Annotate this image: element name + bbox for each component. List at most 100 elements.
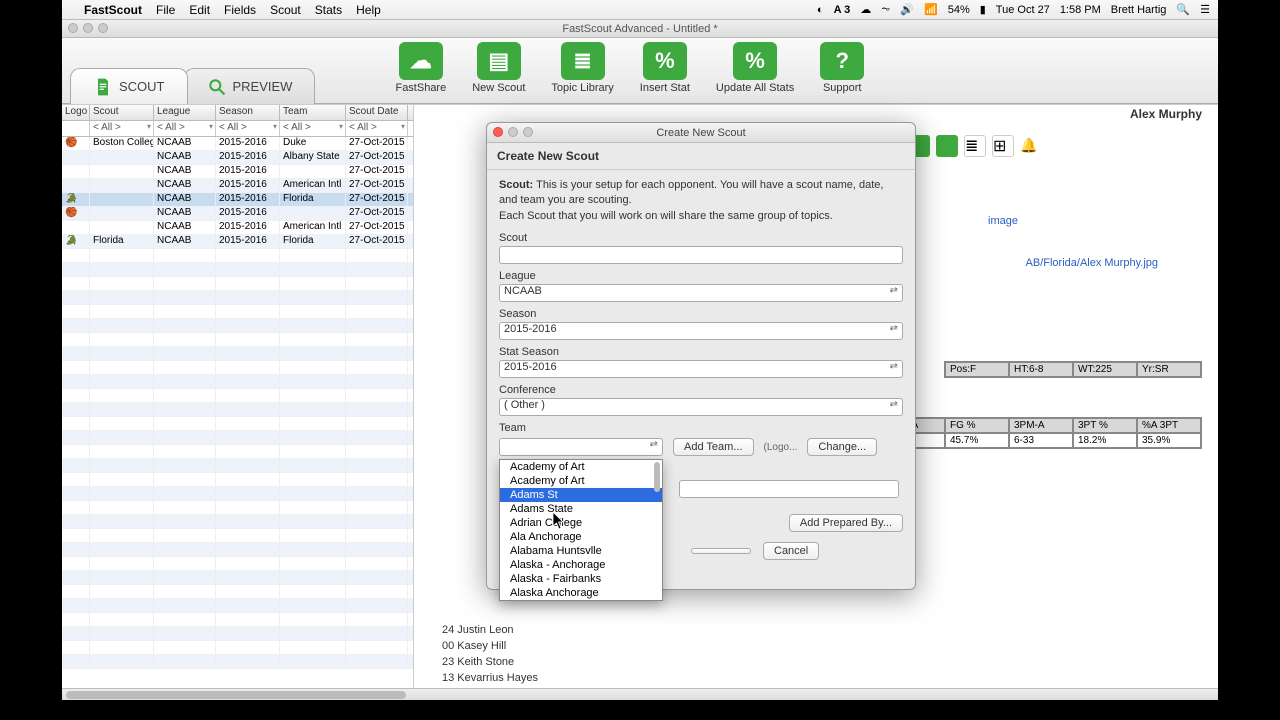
ok-button[interactable] xyxy=(691,548,751,554)
toolbar-icon: ☁ xyxy=(399,42,443,80)
dialog-minimize-icon[interactable] xyxy=(508,127,518,137)
document-icon xyxy=(93,77,113,97)
roster-item[interactable]: 23 Keith Stone xyxy=(442,654,538,670)
list-view-icon[interactable]: ≣ xyxy=(964,135,986,157)
roster-item[interactable]: 24 Justin Leon xyxy=(442,622,538,638)
cancel-button[interactable]: Cancel xyxy=(763,542,819,560)
menu-extras-icon[interactable]: ☰ xyxy=(1200,3,1210,16)
stat-table-shooting: FGM-AFG %3PM-A3PT %%A 3PT 42-9245.7%6-33… xyxy=(880,417,1202,449)
column-header[interactable]: Logo xyxy=(62,105,90,120)
image-path[interactable]: AB/Florida/Alex Murphy.jpg xyxy=(1026,257,1158,269)
menu-file[interactable]: File xyxy=(156,3,175,17)
menu-edit[interactable]: Edit xyxy=(189,3,210,17)
dropdown-option[interactable]: Alaska - Anchorage xyxy=(500,558,662,572)
team-select[interactable] xyxy=(499,438,663,456)
dropdown-option[interactable]: Alaska - Fairbanks xyxy=(500,572,662,586)
column-header[interactable]: Team xyxy=(280,105,346,120)
sync-icon[interactable]: ☁ xyxy=(860,3,871,16)
table-row[interactable]: 🐊NCAAB2015-2016Florida27-Oct-2015 xyxy=(62,193,413,207)
add-prepared-by-button[interactable]: Add Prepared By... xyxy=(789,514,903,532)
team-label: Team xyxy=(499,422,903,434)
add-team-button[interactable]: Add Team... xyxy=(673,438,754,456)
scout-input[interactable] xyxy=(499,246,903,264)
tab-preview[interactable]: PREVIEW xyxy=(184,68,316,104)
spotlight-icon[interactable]: ⏦ xyxy=(881,3,890,16)
dropdown-option[interactable]: Academy of Art xyxy=(500,474,662,488)
season-select[interactable]: 2015-2016 xyxy=(499,322,903,340)
table-row[interactable]: 🐊FloridaNCAAB2015-2016Florida27-Oct-2015 xyxy=(62,235,413,249)
adobe-icon[interactable]: A 3 xyxy=(834,4,851,16)
wifi-icon[interactable]: 📶 xyxy=(924,3,938,16)
grid-view-icon[interactable]: ⊞ xyxy=(992,135,1014,157)
column-header[interactable]: Season xyxy=(216,105,280,120)
dropdown-option[interactable]: Academy of Art xyxy=(500,460,662,474)
stat-button-2[interactable] xyxy=(936,135,958,157)
column-header[interactable]: Scout Date xyxy=(346,105,408,120)
column-filter[interactable]: < All > xyxy=(216,121,280,136)
window-zoom-icon[interactable] xyxy=(98,23,108,33)
column-header[interactable]: Scout xyxy=(90,105,154,120)
toolbar-update-all-stats[interactable]: %Update All Stats xyxy=(716,42,794,94)
tab-scout[interactable]: SCOUT xyxy=(70,68,188,104)
dropdown-scrollbar[interactable] xyxy=(654,462,660,492)
toolbar-icon: ≣ xyxy=(561,42,605,80)
window-minimize-icon[interactable] xyxy=(83,23,93,33)
dropdown-option[interactable]: Alabama Huntsvlle xyxy=(500,544,662,558)
column-filter[interactable]: < All > xyxy=(280,121,346,136)
menu-stats[interactable]: Stats xyxy=(315,3,342,17)
column-filter[interactable]: < All > xyxy=(90,121,154,136)
menu-scout[interactable]: Scout xyxy=(270,3,301,17)
column-header[interactable]: League xyxy=(154,105,216,120)
app-name[interactable]: FastScout xyxy=(84,3,142,17)
column-filter[interactable]: < All > xyxy=(346,121,408,136)
toolbar-fastshare[interactable]: ☁FastShare xyxy=(395,42,446,94)
conference-select[interactable]: ( Other ) xyxy=(499,398,903,416)
table-row[interactable]: NCAAB2015-2016Albany State27-Oct-2015 xyxy=(62,151,413,165)
table-row[interactable]: NCAAB2015-2016American Intl27-Oct-2015 xyxy=(62,179,413,193)
league-select[interactable]: NCAAB xyxy=(499,284,903,302)
dropdown-option[interactable]: Adams State xyxy=(500,502,662,516)
roster-item[interactable]: 13 Kevarrius Hayes xyxy=(442,670,538,686)
table-row[interactable]: NCAAB2015-2016American Intl27-Oct-2015 xyxy=(62,221,413,235)
time[interactable]: 1:58 PM xyxy=(1060,4,1101,16)
dropdown-option[interactable]: Ala Anchorage xyxy=(500,530,662,544)
window-close-icon[interactable] xyxy=(68,23,78,33)
stat-table-bio: Pos:FHT:6-8WT:225Yr:SR xyxy=(944,361,1202,378)
alert-icon[interactable]: 🔔 xyxy=(1020,137,1038,155)
dialog-description: Scout: This is your setup for each oppon… xyxy=(499,178,903,224)
image-link[interactable]: image xyxy=(988,215,1018,227)
dialog-zoom-icon[interactable] xyxy=(523,127,533,137)
toolbar-new-scout[interactable]: ▤New Scout xyxy=(472,42,525,94)
menu-fields[interactable]: Fields xyxy=(224,3,256,17)
toolbar-insert-stat[interactable]: %Insert Stat xyxy=(640,42,690,94)
extra-input-1[interactable] xyxy=(679,480,899,498)
volume-icon[interactable]: 🔊 xyxy=(900,3,914,16)
user-name[interactable]: Brett Hartig xyxy=(1111,4,1167,16)
change-logo-button[interactable]: Change... xyxy=(807,438,877,456)
statseason-select[interactable]: 2015-2016 xyxy=(499,360,903,378)
table-row[interactable]: 🏀Boston CollegeNCAAB2015-2016Duke27-Oct-… xyxy=(62,137,413,151)
create-scout-dialog: Create New Scout Create New Scout Scout:… xyxy=(486,122,916,590)
season-label: Season xyxy=(499,308,903,320)
dropdown-option[interactable]: Alaska Anchorage xyxy=(500,586,662,600)
toolbar: SCOUT PREVIEW ☁FastShare ▤New Scout ≣Topic… xyxy=(62,38,1218,104)
battery-status[interactable]: 54% xyxy=(948,4,970,16)
column-filter[interactable]: < All > xyxy=(154,121,216,136)
table-row[interactable]: 🏀NCAAB2015-201627-Oct-2015 xyxy=(62,207,413,221)
horizontal-scrollbar[interactable] xyxy=(62,688,1218,700)
table-row[interactable]: NCAAB2015-201627-Oct-2015 xyxy=(62,165,413,179)
search-icon[interactable]: 🔍 xyxy=(1176,3,1190,16)
window-title: FastScout Advanced - Untitled * xyxy=(562,23,717,35)
column-filter[interactable] xyxy=(62,121,90,136)
battery-icon: ▮ xyxy=(980,3,986,16)
date[interactable]: Tue Oct 27 xyxy=(996,4,1050,16)
toolbar-topic-library[interactable]: ≣Topic Library xyxy=(551,42,613,94)
menu-help[interactable]: Help xyxy=(356,3,381,17)
dropdown-option[interactable]: Adrian College xyxy=(500,516,662,530)
status-icon[interactable]: ◐ xyxy=(817,4,824,16)
dialog-close-icon[interactable] xyxy=(493,127,503,137)
roster-item[interactable]: 00 Kasey Hill xyxy=(442,638,538,654)
dropdown-option[interactable]: Adams St xyxy=(500,488,662,502)
toolbar-support[interactable]: ?Support xyxy=(820,42,864,94)
dialog-title: Create New Scout xyxy=(656,127,745,139)
